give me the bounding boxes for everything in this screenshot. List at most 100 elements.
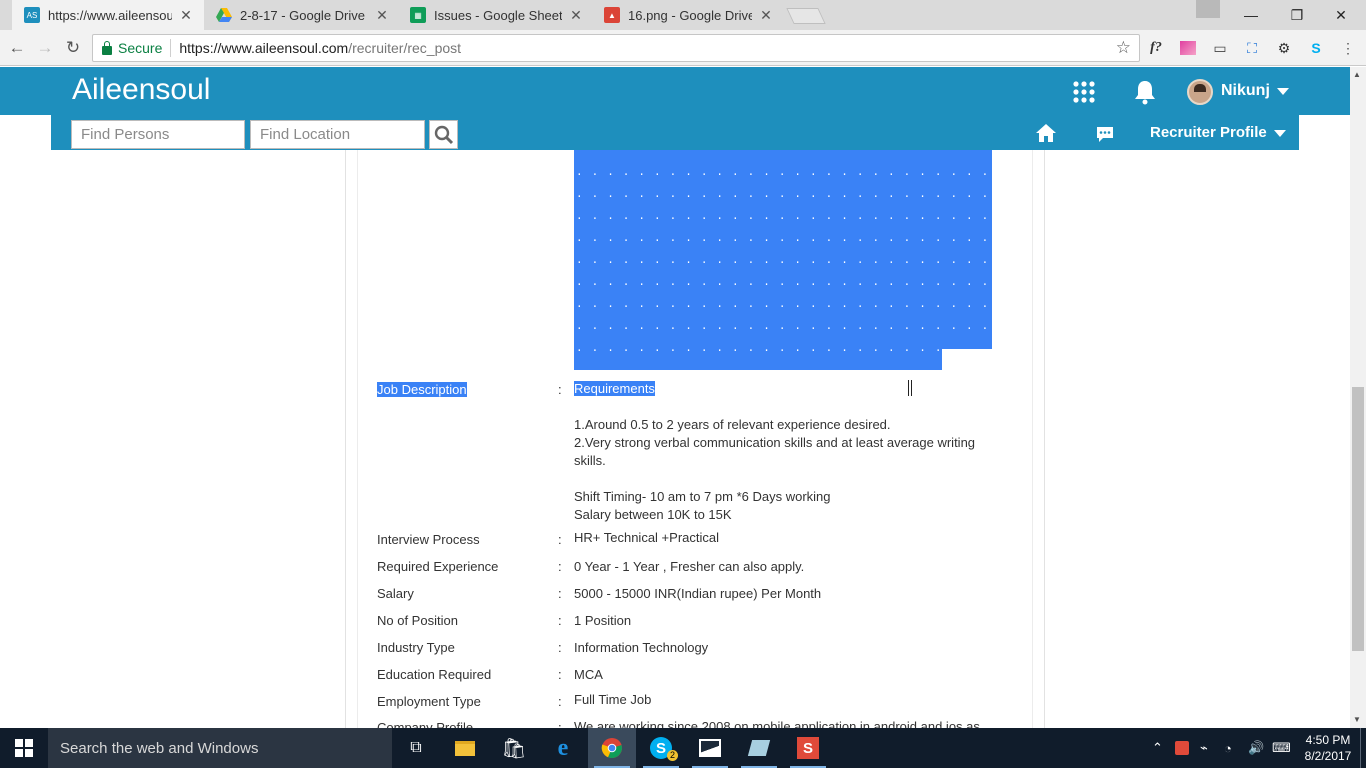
url-host: https://www.aileensoul.com <box>179 40 349 56</box>
site-header: Aileensoul Nikunj <box>0 67 1366 115</box>
interview-process-value: HR+ Technical +Practical <box>574 530 719 545</box>
close-icon[interactable]: ✕ <box>758 7 774 24</box>
forward-arrow-icon[interactable]: → <box>34 37 56 59</box>
clock-time: 4:50 PM <box>1305 733 1351 747</box>
lock-icon <box>102 40 112 55</box>
no-of-position-value: 1 Position <box>574 613 632 628</box>
chrome-profile-icon[interactable] <box>1196 0 1220 18</box>
apps-grid-icon[interactable] <box>1072 80 1096 104</box>
find-location-input[interactable] <box>250 120 425 149</box>
salary-label: Salary <box>377 586 414 601</box>
recruiter-profile-menu[interactable]: Recruiter Profile <box>1150 124 1267 141</box>
image-file-icon: ▲ <box>604 7 620 23</box>
tab-image-drive[interactable]: ▲ 16.png - Google Drive ✕ <box>592 0 784 30</box>
tab-google-sheets[interactable]: ▦ Issues - Google Sheets ✕ <box>398 0 594 30</box>
tab-label: 16.png - Google Drive <box>628 7 752 23</box>
chevron-down-icon[interactable] <box>1274 130 1286 137</box>
close-icon[interactable]: ✕ <box>568 7 584 24</box>
file-explorer-icon[interactable] <box>441 728 489 768</box>
separator: : <box>558 613 562 628</box>
scroll-down-arrow-icon[interactable]: ▼ <box>1353 715 1361 724</box>
start-button[interactable] <box>0 728 48 768</box>
skype-icon[interactable]: S 2 <box>637 728 685 768</box>
minimize-icon[interactable]: — <box>1228 0 1274 30</box>
job-detail-page: . . . . . . . . . . . . . . . . . . . . … <box>0 150 1350 728</box>
search-bar: Recruiter Profile <box>51 115 1299 150</box>
system-clock[interactable]: 4:50 PM 8/2/2017 <box>1300 732 1356 764</box>
task-view-icon[interactable]: ⧉ <box>392 728 440 768</box>
education-required-value: MCA <box>574 667 603 682</box>
taskbar-search-box[interactable]: Search the web and Windows <box>48 728 392 768</box>
close-icon[interactable]: ✕ <box>178 7 194 24</box>
tab-google-drive[interactable]: 2-8-17 - Google Drive ✕ <box>204 0 400 30</box>
aileensoul-favicon: AS <box>24 7 40 23</box>
snagit-icon[interactable]: S <box>784 728 832 768</box>
keyboard-icon[interactable]: ⌨ <box>1272 728 1291 768</box>
wifi-icon[interactable]: ◔ <box>1224 728 1232 768</box>
search-button[interactable] <box>429 120 458 149</box>
chrome-browser-icon[interactable] <box>588 728 636 768</box>
snagit-tray-icon[interactable] <box>1175 728 1189 768</box>
tab-aileensoul[interactable]: AS https://www.aileensoul.c ✕ <box>12 0 204 30</box>
back-arrow-icon[interactable]: ← <box>6 37 28 59</box>
notes-app-icon[interactable] <box>735 728 783 768</box>
menu-dots-icon[interactable]: ⋮ <box>1338 38 1358 58</box>
chat-icon[interactable] <box>1094 125 1116 145</box>
home-icon[interactable] <box>1035 123 1057 143</box>
address-bar[interactable]: Secure https://www.aileensoul.com/recrui… <box>92 34 1140 62</box>
avatar[interactable] <box>1187 79 1213 105</box>
interview-process-label: Interview Process <box>377 532 480 547</box>
selected-dots-text: . . . . . . . . . . . . . . . . . . . . … <box>576 167 990 377</box>
google-sheets-icon: ▦ <box>410 7 426 23</box>
industry-type-label: Industry Type <box>377 640 455 655</box>
separator: : <box>558 382 562 397</box>
browser-tab-strip: AS https://www.aileensoul.c ✕ 2-8-17 - G… <box>0 0 1366 30</box>
search-icon <box>434 125 453 144</box>
user-name[interactable]: Nikunj <box>1221 82 1270 100</box>
separator: : <box>558 640 562 655</box>
notification-badge: 2 <box>667 750 678 761</box>
cast-extension-icon[interactable]: ▭ <box>1210 38 1230 58</box>
separator: : <box>558 667 562 682</box>
site-logo[interactable]: Aileensoul <box>72 73 210 107</box>
volume-icon[interactable]: 🔊 <box>1248 728 1264 768</box>
tab-label: https://www.aileensoul.c <box>48 7 172 23</box>
separator: : <box>558 586 562 601</box>
chevron-down-icon[interactable] <box>1277 88 1289 95</box>
separator: : <box>558 559 562 574</box>
google-drive-icon <box>216 7 232 23</box>
tab-label: Issues - Google Sheets <box>434 7 562 23</box>
store-icon[interactable]: 🛍 <box>490 728 538 768</box>
screenshot-extension-icon[interactable]: ⛶ <box>1242 38 1262 58</box>
text-cursor <box>908 380 912 396</box>
bell-icon[interactable] <box>1132 79 1158 105</box>
education-required-label: Education Required <box>377 667 492 682</box>
formula-extension-icon[interactable]: f? <box>1146 38 1166 58</box>
edge-browser-icon[interactable]: e <box>539 728 587 768</box>
description-line: 2.Very strong verbal communication skill… <box>574 435 976 450</box>
reload-icon[interactable]: ↻ <box>62 37 84 59</box>
description-line: Salary between 10K to 15K <box>574 507 732 522</box>
employment-type-label: Employment Type <box>377 694 481 709</box>
scrollbar-thumb[interactable] <box>1352 387 1364 651</box>
url-path: /recruiter/rec_post <box>348 40 462 56</box>
find-persons-input[interactable] <box>71 120 245 149</box>
photos-icon[interactable] <box>686 728 734 768</box>
page-scrollbar[interactable]: ▲ ▼ <box>1350 67 1366 728</box>
description-line: 1.Around 0.5 to 2 years of relevant expe… <box>574 417 891 432</box>
skype-extension-icon[interactable]: S <box>1306 38 1326 58</box>
description-line: Shift Timing- 10 am to 7 pm *6 Days work… <box>574 489 831 504</box>
show-desktop-button[interactable] <box>1360 728 1366 768</box>
bookmark-star-icon[interactable]: ☆ <box>1116 38 1131 58</box>
show-hidden-icons[interactable]: ⌃ <box>1152 728 1163 768</box>
close-window-icon[interactable]: ✕ <box>1318 0 1364 30</box>
gradient-extension-icon[interactable] <box>1178 38 1198 58</box>
job-description-heading: Requirements <box>574 381 655 396</box>
scroll-up-arrow-icon[interactable]: ▲ <box>1353 70 1361 79</box>
network-device-icon[interactable]: ⌁ <box>1200 728 1208 768</box>
employment-type-value: Full Time Job <box>574 692 652 707</box>
restore-icon[interactable]: ❐ <box>1274 0 1320 30</box>
new-tab-button[interactable] <box>786 8 826 24</box>
close-icon[interactable]: ✕ <box>374 7 390 24</box>
off-extension-icon[interactable]: ⚙ <box>1274 38 1294 58</box>
